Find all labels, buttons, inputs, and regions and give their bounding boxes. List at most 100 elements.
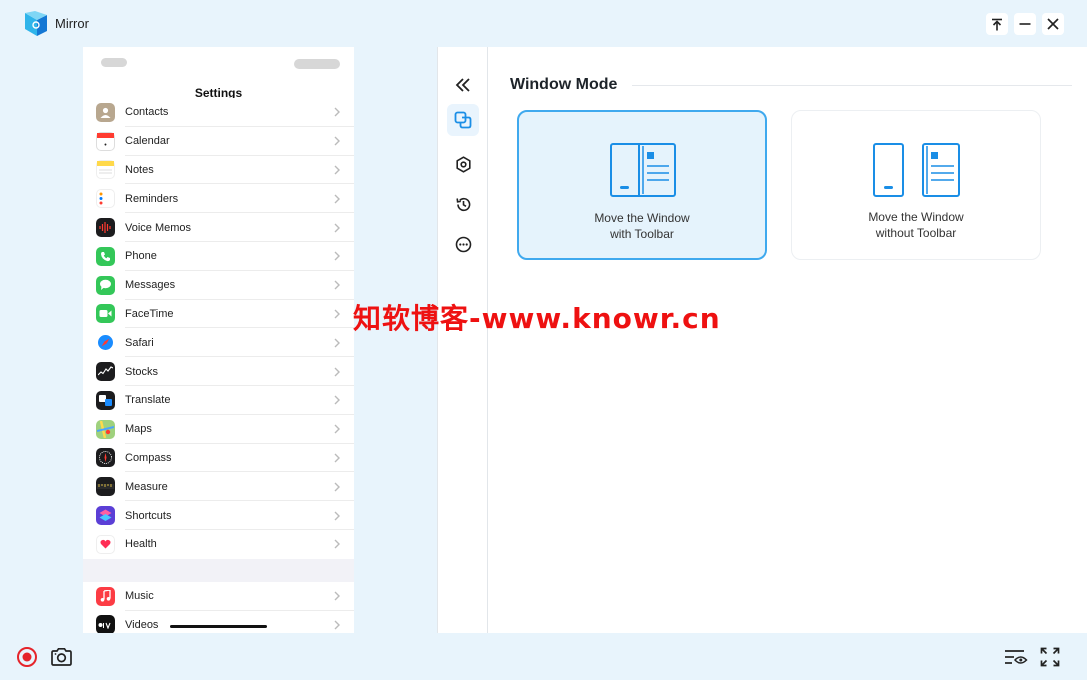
svg-text:•: • — [104, 142, 107, 149]
settings-row-label: Music — [125, 590, 154, 603]
safari-icon — [96, 333, 115, 353]
settings-button[interactable] — [447, 148, 479, 180]
settings-row-label: Compass — [125, 451, 172, 464]
fullscreen-button[interactable] — [1037, 645, 1063, 669]
chevron-right-icon — [334, 511, 340, 521]
minimize-icon — [1019, 23, 1031, 25]
phone-icon — [96, 246, 115, 266]
settings-row-label: Shortcuts — [125, 509, 172, 522]
chevron-right-icon — [334, 424, 340, 434]
minimize-button[interactable] — [1014, 13, 1036, 35]
divider — [632, 85, 1072, 86]
mode-option-without-toolbar[interactable]: Move the Window without Toolbar — [791, 110, 1041, 260]
settings-row[interactable]: Contacts — [83, 98, 354, 127]
chevron-right-icon — [334, 367, 340, 377]
chevron-right-icon — [334, 223, 340, 233]
fullscreen-icon — [1040, 647, 1060, 667]
reminders-icon — [96, 189, 115, 209]
facetime-icon — [96, 304, 115, 324]
collapse-button[interactable] — [447, 69, 479, 101]
settings-list: Contacts • Calendar Notes Reminders Voic… — [83, 98, 354, 633]
chevron-right-icon — [334, 309, 340, 319]
close-button[interactable] — [1042, 13, 1064, 35]
home-indicator[interactable] — [170, 625, 267, 628]
voice-memos-icon — [96, 218, 115, 238]
window-without-toolbar-icon — [873, 143, 960, 197]
settings-row-label: Safari — [125, 336, 154, 349]
mode-option-label: Move the Window with Toolbar — [519, 210, 765, 242]
status-time — [101, 58, 127, 67]
side-toolbar — [437, 47, 488, 633]
settings-row-label: Reminders — [125, 192, 179, 205]
settings-row-label: Calendar — [125, 135, 170, 148]
contacts-icon — [96, 102, 115, 122]
notes-icon — [96, 160, 115, 180]
record-button[interactable] — [14, 645, 40, 669]
window-with-toolbar-icon — [610, 143, 676, 197]
status-indicators — [294, 59, 340, 69]
settings-row[interactable]: Translate — [83, 385, 354, 415]
more-icon — [455, 236, 471, 252]
stocks-icon — [96, 362, 115, 382]
settings-row[interactable]: Shortcuts — [83, 501, 354, 530]
chevron-right-icon — [334, 136, 340, 146]
chevron-right-icon — [334, 620, 340, 630]
settings-row-label: Videos — [125, 618, 159, 631]
settings-row[interactable]: Reminders — [83, 184, 354, 214]
calendar-icon: • — [96, 131, 115, 151]
pin-button[interactable] — [986, 13, 1008, 35]
chevron-right-icon — [334, 251, 340, 261]
mode-option-line1: Move the Window — [594, 211, 690, 225]
phone-screen[interactable]: Settings Contacts • Calendar Notes Remin… — [83, 47, 354, 633]
settings-row[interactable]: Phone — [83, 241, 354, 271]
settings-row-label: Phone — [125, 250, 157, 263]
window-mode-button[interactable] — [447, 104, 479, 136]
mirror-logo-icon — [25, 11, 47, 36]
settings-row[interactable]: Health — [83, 529, 354, 559]
chevron-right-icon — [334, 107, 340, 117]
settings-row[interactable]: Videos — [83, 610, 354, 633]
settings-row[interactable]: Compass — [83, 443, 354, 473]
settings-row[interactable]: FaceTime — [83, 299, 354, 329]
display-settings-button[interactable] — [1003, 645, 1029, 669]
settings-row[interactable]: Stocks — [83, 357, 354, 386]
list-section-gap — [83, 558, 354, 582]
more-button[interactable] — [447, 228, 479, 260]
settings-row[interactable]: Music — [83, 581, 354, 611]
chevron-right-icon — [334, 280, 340, 290]
health-icon — [96, 534, 115, 554]
mode-option-with-toolbar[interactable]: Move the Window with Toolbar — [517, 110, 767, 260]
chevron-right-icon — [334, 338, 340, 348]
settings-row-label: Measure — [125, 480, 168, 493]
history-icon — [455, 197, 470, 211]
settings-row[interactable]: • Calendar — [83, 126, 354, 156]
settings-row-label: Health — [125, 538, 157, 551]
settings-row-label: Messages — [125, 279, 176, 292]
screenshot-button[interactable] — [48, 645, 74, 669]
chevron-right-icon — [334, 395, 340, 405]
settings-row[interactable]: Safari — [83, 328, 354, 358]
window-mode-icon — [454, 111, 472, 129]
pin-icon — [992, 18, 1002, 30]
compass-icon — [96, 448, 115, 468]
tv-icon — [96, 615, 115, 633]
chevron-right-icon — [334, 453, 340, 463]
settings-row[interactable]: Messages — [83, 270, 354, 300]
record-icon — [17, 647, 37, 667]
settings-row[interactable]: Voice Memos — [83, 213, 354, 242]
history-button[interactable] — [447, 188, 479, 220]
bottom-bar — [0, 633, 1087, 680]
settings-row[interactable]: Maps — [83, 414, 354, 444]
mode-option-label: Move the Window without Toolbar — [792, 209, 1040, 241]
camera-icon — [50, 647, 72, 666]
settings-row[interactable]: Notes — [83, 155, 354, 185]
settings-row[interactable]: Measure — [83, 472, 354, 502]
shortcuts-icon — [96, 506, 115, 526]
mode-option-line2: with Toolbar — [610, 227, 674, 241]
window-mode-title: Window Mode — [510, 76, 618, 93]
chevron-right-icon — [334, 539, 340, 549]
music-icon — [96, 586, 115, 606]
chevron-right-icon — [334, 194, 340, 204]
gear-icon — [455, 155, 471, 173]
app-title: Mirror — [55, 16, 89, 31]
